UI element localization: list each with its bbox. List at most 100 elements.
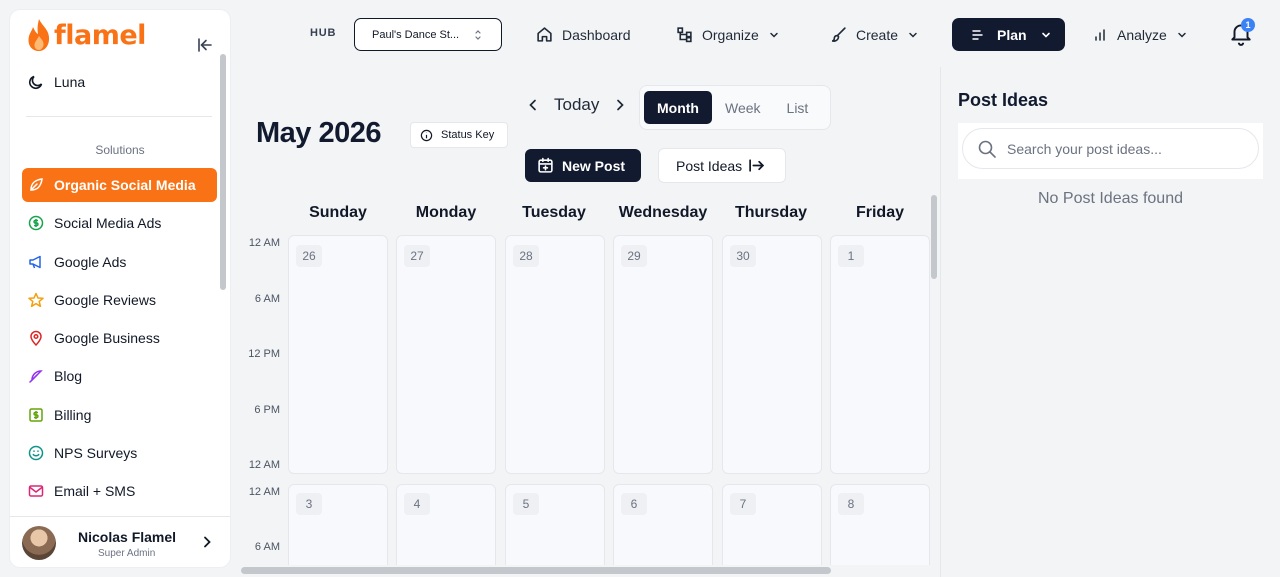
sidebar-item-label: Google Ads <box>54 253 127 270</box>
time-label: 12 AM <box>248 459 280 471</box>
sidebar-item-social-media-ads[interactable]: Social Media Ads <box>22 206 217 240</box>
calendar-vertical-scrollbar[interactable] <box>931 195 937 279</box>
day-number: 26 <box>296 245 322 267</box>
nav-plan[interactable]: Plan <box>952 18 1065 51</box>
sidebar-item-label: Google Business <box>54 330 160 347</box>
sidebar-item-label: Organic Social Media <box>54 177 196 193</box>
dollar-square-icon <box>29 408 43 422</box>
sidebar-item-blog[interactable]: Blog <box>22 359 217 393</box>
calendar-day-cell[interactable]: 3 <box>288 484 388 565</box>
megaphone-icon <box>29 255 41 268</box>
day-number: 6 <box>621 493 647 515</box>
sidebar-item-label: Billing <box>54 406 92 423</box>
view-week-button[interactable]: Week <box>712 91 774 124</box>
smile-icon <box>28 445 44 461</box>
calendar-day-cell[interactable]: 8 <box>830 484 930 565</box>
day-number: 3 <box>296 493 322 515</box>
hub-select-value: Paul's Dance St... <box>372 28 460 41</box>
nav-create-label: Create <box>856 26 899 43</box>
bar-chart-icon <box>1095 28 1105 41</box>
luna-link[interactable]: Luna <box>28 74 85 90</box>
dollar-circle-icon <box>28 216 44 231</box>
sidebar-divider <box>26 116 212 117</box>
brand-name: flamel <box>54 19 146 51</box>
nav-organize[interactable]: Organize <box>666 18 790 51</box>
sidebar-item-label: Google Reviews <box>54 291 156 308</box>
collapse-sidebar-button[interactable] <box>196 36 214 54</box>
calendar-day-cell[interactable]: 27 <box>396 235 496 474</box>
chevron-down-icon <box>1041 32 1050 38</box>
sidebar-item-label: Email + SMS <box>54 483 136 500</box>
calendar-grid: 26 27 28 29 30 1 3 4 5 6 7 8 <box>288 235 933 565</box>
sidebar-item-google-ads[interactable]: Google Ads <box>22 245 217 279</box>
notifications-button[interactable]: 1 <box>1228 18 1256 48</box>
day-header-thursday: Thursday <box>734 204 807 221</box>
time-label: 12 AM <box>248 486 280 498</box>
calendar-day-cell[interactable]: 29 <box>613 235 713 474</box>
chevron-down-icon <box>1178 32 1186 38</box>
calendar-day-cell[interactable]: 26 <box>288 235 388 474</box>
calendar-horizontal-scrollbar[interactable] <box>241 567 831 574</box>
flamel-logo[interactable]: flamel <box>26 18 146 52</box>
star-icon <box>28 292 44 307</box>
calendar-day-cell[interactable]: 1 <box>830 235 930 474</box>
plan-list-icon <box>972 29 983 40</box>
calendar-day-cell[interactable]: 28 <box>505 235 605 474</box>
day-number: 1 <box>838 245 864 267</box>
home-icon <box>537 27 552 42</box>
nav-create[interactable]: Create <box>820 18 929 51</box>
view-month-button[interactable]: Month <box>644 91 712 124</box>
chevron-down-icon <box>909 32 917 38</box>
view-toggle: Month Week List <box>639 85 831 130</box>
sidebar-item-nps-surveys[interactable]: NPS Surveys <box>22 436 217 470</box>
time-label: 12 PM <box>248 348 280 360</box>
time-label: 6 AM <box>254 293 280 305</box>
user-profile[interactable]: Nicolas Flamel Super Admin <box>10 516 230 567</box>
nav-dashboard[interactable]: Dashboard <box>526 18 641 51</box>
sidebar-item-google-reviews[interactable]: Google Reviews <box>22 283 217 317</box>
calendar-plus-icon <box>538 157 553 173</box>
nav-plan-label: Plan <box>997 26 1027 43</box>
today-button[interactable]: Today <box>554 95 599 115</box>
view-list-button[interactable]: List <box>774 91 822 124</box>
post-ideas-label: Post Ideas <box>676 157 743 174</box>
sidebar-item-google-business[interactable]: Google Business <box>22 321 217 355</box>
status-key-button[interactable]: Status Key <box>410 122 508 148</box>
day-number: 29 <box>621 245 647 267</box>
sidebar-item-organic-social-media[interactable]: Organic Social Media <box>22 168 217 202</box>
calendar-day-cell[interactable]: 4 <box>396 484 496 565</box>
date-navigation: Today <box>526 95 627 115</box>
calendar-day-cell[interactable]: 30 <box>722 235 822 474</box>
post-ideas-search-container <box>958 123 1263 179</box>
sidebar-scrollbar[interactable] <box>220 54 226 290</box>
calendar-day-cell[interactable]: 7 <box>722 484 822 565</box>
nav-analyze[interactable]: Analyze <box>1082 18 1198 51</box>
chevron-right-icon <box>617 99 625 111</box>
chevron-left-icon <box>529 99 536 111</box>
brush-icon <box>831 27 846 42</box>
moon-icon <box>28 75 43 90</box>
chevron-right-icon <box>204 536 211 548</box>
new-post-label: New Post <box>562 157 626 174</box>
prev-month-button[interactable] <box>526 98 540 112</box>
day-number: 27 <box>404 245 430 267</box>
new-post-button[interactable]: New Post <box>525 149 641 182</box>
day-header-tuesday: Tuesday <box>522 204 586 221</box>
solutions-heading: Solutions <box>95 143 145 157</box>
post-ideas-search-input[interactable] <box>1007 140 1237 157</box>
sidebar-item-label: Social Media Ads <box>54 215 162 232</box>
status-key-label: Status Key <box>441 129 495 141</box>
day-number: 8 <box>838 493 864 515</box>
solutions-list: Organic Social Media Social Media Ads Go… <box>22 168 217 513</box>
calendar-day-cell[interactable]: 5 <box>505 484 605 565</box>
search-icon <box>978 140 996 158</box>
next-month-button[interactable] <box>613 98 627 112</box>
hub-select[interactable]: Paul's Dance St... <box>354 18 502 51</box>
post-ideas-title: Post Ideas <box>958 90 1049 110</box>
day-headers: Sunday Monday Tuesday Wednesday Thursday… <box>284 204 934 224</box>
post-ideas-button[interactable]: Post Ideas <box>658 148 786 183</box>
calendar-day-cell[interactable]: 6 <box>613 484 713 565</box>
sidebar-item-email-sms[interactable]: Email + SMS <box>22 474 217 508</box>
month-title: May 2026 <box>256 117 382 149</box>
sidebar-item-billing[interactable]: Billing <box>22 398 217 432</box>
